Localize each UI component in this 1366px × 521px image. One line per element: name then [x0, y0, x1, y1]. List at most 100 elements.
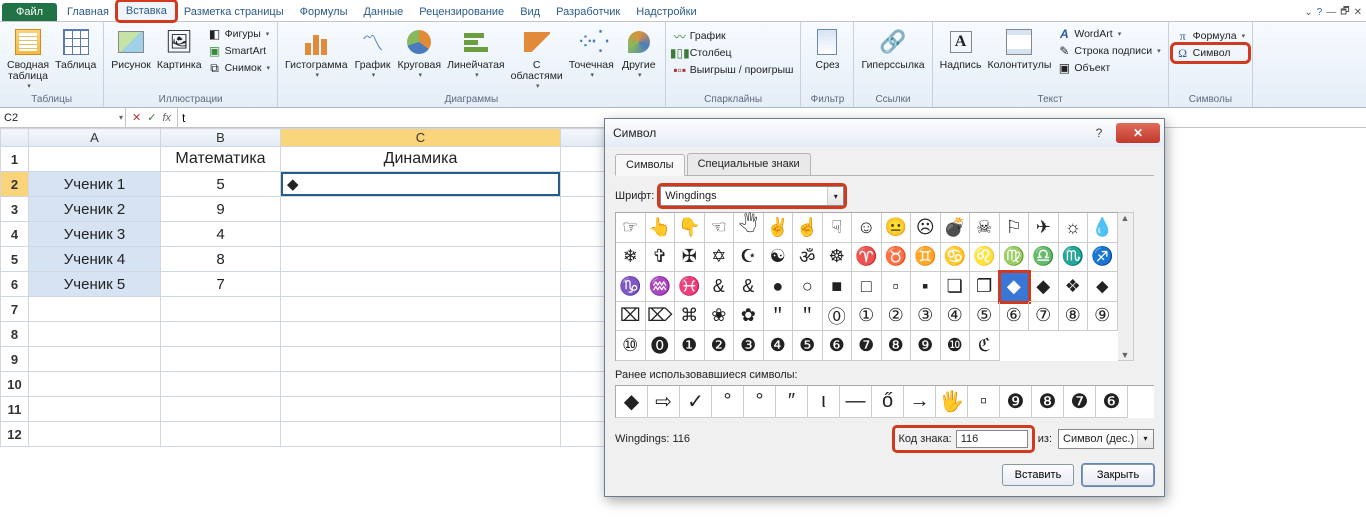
cell-B3[interactable]: 9	[161, 197, 281, 222]
dialog-close-icon[interactable]: ✕	[1116, 123, 1160, 143]
char-cell[interactable]: ④	[941, 302, 971, 332]
char-cell[interactable]: ☹	[911, 213, 941, 243]
tab-review[interactable]: Рецензирование	[411, 3, 512, 21]
char-cell[interactable]: ☸	[823, 243, 853, 273]
cell-B6[interactable]: 7	[161, 272, 281, 297]
char-cell[interactable]: ♒	[646, 272, 676, 302]
cell-B10[interactable]	[161, 372, 281, 397]
row-header[interactable]: 5	[1, 247, 29, 272]
cell-A11[interactable]	[29, 397, 161, 422]
textbox-button[interactable]: AНадпись	[937, 24, 985, 73]
char-cell[interactable]: ✌	[764, 213, 794, 243]
window-close-icon[interactable]: ✕	[1354, 7, 1362, 18]
char-cell[interactable]: ⑧	[1059, 302, 1089, 332]
sparkline-line-button[interactable]: 〰График	[670, 28, 797, 44]
cell-B8[interactable]	[161, 322, 281, 347]
name-box[interactable]: C2▾	[0, 108, 126, 127]
recent-char-cell[interactable]: —	[840, 386, 872, 418]
char-cell[interactable]: ☺	[852, 213, 882, 243]
cell-A12[interactable]	[29, 422, 161, 447]
char-cell[interactable]: 👇	[675, 213, 705, 243]
ribbon-minimize-icon[interactable]: ⌄	[1304, 7, 1312, 18]
enter-icon[interactable]: ✓	[147, 111, 156, 124]
recent-char-cell[interactable]: ❼	[1064, 386, 1096, 418]
sparkline-winloss-button[interactable]: ▪▫▪Выигрыш / проигрыш	[670, 62, 797, 78]
recent-char-cell[interactable]: ő	[872, 386, 904, 418]
recent-char-cell[interactable]: →	[904, 386, 936, 418]
cell-A9[interactable]	[29, 347, 161, 372]
chevron-down-icon[interactable]: ▾	[827, 187, 843, 205]
char-cell[interactable]: ♈	[852, 243, 882, 273]
cell-B2[interactable]: 5	[161, 172, 281, 197]
sparkline-column-button[interactable]: ▮▯▮Столбец	[670, 45, 797, 61]
char-cell[interactable]: ＂	[764, 302, 794, 332]
from-combobox[interactable]: Символ (дес.) ▾	[1058, 429, 1154, 449]
recent-char-cell[interactable]: ▫	[968, 386, 1000, 418]
cell-A1[interactable]	[29, 147, 161, 172]
cell-B1[interactable]: Математика	[161, 147, 281, 172]
char-cell[interactable]: ⌘	[675, 302, 705, 332]
char-cell[interactable]: ✈	[1029, 213, 1059, 243]
tab-data[interactable]: Данные	[355, 3, 411, 21]
char-cell[interactable]: ♍	[1000, 243, 1030, 273]
cell-C7[interactable]	[281, 297, 561, 322]
char-cell[interactable]: ♋	[941, 243, 971, 273]
char-cell[interactable]: ❐	[970, 272, 1000, 302]
recent-char-cell[interactable]: ι	[808, 386, 840, 418]
screenshot-button[interactable]: ⧉Снимок▾	[205, 60, 273, 76]
char-cell[interactable]: &	[705, 272, 735, 302]
tab-addins[interactable]: Надстройки	[628, 3, 704, 21]
scroll-down-icon[interactable]: ▼	[1121, 350, 1130, 360]
cell-B11[interactable]	[161, 397, 281, 422]
row-header[interactable]: 10	[1, 372, 29, 397]
cell-A7[interactable]	[29, 297, 161, 322]
tab-home[interactable]: Главная	[59, 3, 117, 21]
col-header-A[interactable]: A	[29, 129, 161, 147]
char-cell[interactable]: ▪	[911, 272, 941, 302]
char-cell[interactable]: ☟	[823, 213, 853, 243]
cell-C5[interactable]	[281, 247, 561, 272]
row-header[interactable]: 3	[1, 197, 29, 222]
row-header[interactable]: 6	[1, 272, 29, 297]
help-icon[interactable]: ?	[1317, 7, 1323, 18]
cell-C2[interactable]: ◆	[281, 172, 561, 197]
row-header[interactable]: 9	[1, 347, 29, 372]
char-cell[interactable]: ❖	[1059, 272, 1089, 302]
chart-area-button[interactable]: С областями▾	[508, 24, 566, 92]
char-cell[interactable]: ＂	[793, 302, 823, 332]
char-cell[interactable]: ⓪	[823, 302, 853, 332]
char-cell[interactable]: 💧	[1088, 213, 1118, 243]
char-cell[interactable]: ⑦	[1029, 302, 1059, 332]
cell-B5[interactable]: 8	[161, 247, 281, 272]
char-cell[interactable]: ♑	[616, 272, 646, 302]
chart-pie-button[interactable]: Круговая▾	[395, 24, 445, 81]
char-cell[interactable]: ●	[764, 272, 794, 302]
symbol-button[interactable]: ΩСимвол	[1173, 45, 1249, 61]
chart-scatter-button[interactable]: ⁘⁛Точечная▾	[566, 24, 617, 81]
char-cell[interactable]: ⑨	[1088, 302, 1118, 332]
dialog-tab-symbols[interactable]: Символы	[615, 154, 685, 176]
char-cell[interactable]: ❀	[705, 302, 735, 332]
cell-A3[interactable]: Ученик 2	[29, 197, 161, 222]
char-cell[interactable]: 💣	[941, 213, 971, 243]
scroll-up-icon[interactable]: ▲	[1121, 213, 1130, 223]
recent-char-cell[interactable]: ❽	[1032, 386, 1064, 418]
pivot-table-button[interactable]: Сводная таблица▾	[4, 24, 52, 92]
chevron-down-icon[interactable]: ▾	[1137, 430, 1153, 448]
cell-C10[interactable]	[281, 372, 561, 397]
char-cell[interactable]: ❽	[882, 331, 912, 361]
row-header[interactable]: 7	[1, 297, 29, 322]
char-cell[interactable]: ❶	[675, 331, 705, 361]
cell-A8[interactable]	[29, 322, 161, 347]
char-cell[interactable]: ❹	[764, 331, 794, 361]
tab-formulas[interactable]: Формулы	[292, 3, 356, 21]
char-cell[interactable]: ॐ	[793, 243, 823, 273]
recent-char-cell[interactable]: 🖐	[936, 386, 968, 418]
tab-view[interactable]: Вид	[512, 3, 548, 21]
chevron-down-icon[interactable]: ▾	[119, 113, 123, 122]
char-cell[interactable]: ○	[793, 272, 823, 302]
char-cell[interactable]: ♐	[1088, 243, 1118, 273]
cell-C1[interactable]: Динамика	[281, 147, 561, 172]
char-cell[interactable]: ☪	[734, 243, 764, 273]
char-cell[interactable]: ✡	[705, 243, 735, 273]
